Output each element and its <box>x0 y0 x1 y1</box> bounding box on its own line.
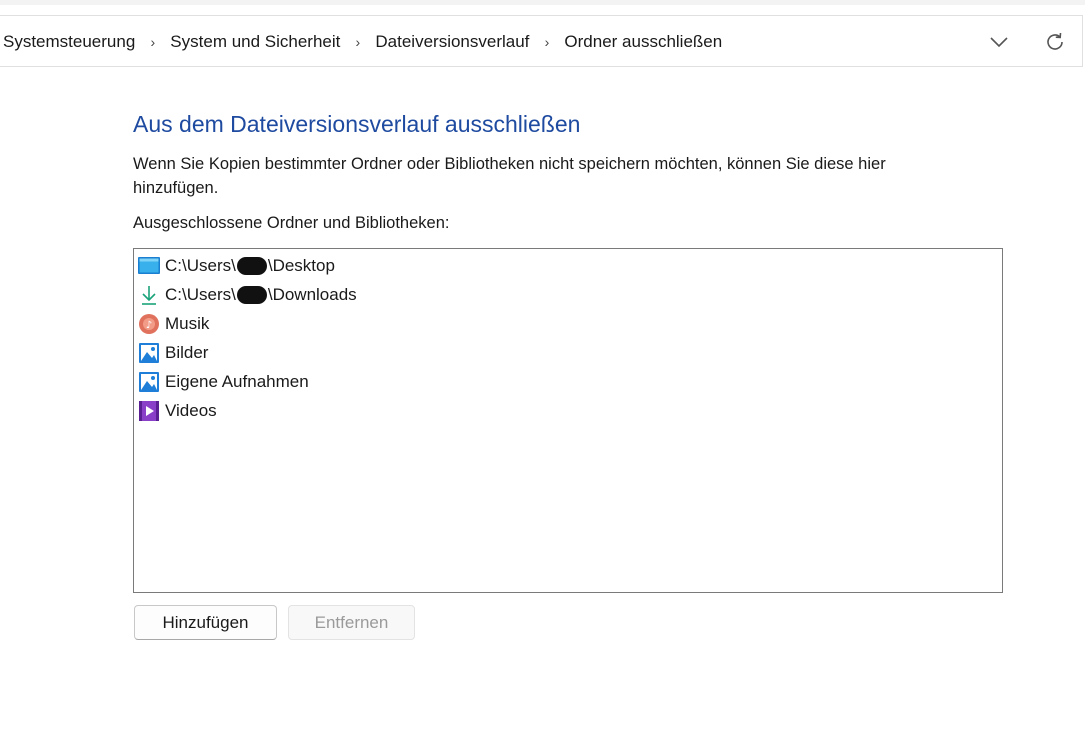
breadcrumb-separator-icon[interactable]: › <box>342 34 373 50</box>
breadcrumb: Systemsteuerung › System und Sicherheit … <box>1 16 724 68</box>
downloads-icon <box>138 284 160 306</box>
add-button[interactable]: Hinzufügen <box>134 605 277 640</box>
list-item-path-suffix: \Downloads <box>267 284 357 304</box>
list-item[interactable]: Videos <box>134 396 1002 425</box>
chevron-down-icon <box>990 37 1008 48</box>
pictures-icon <box>138 342 160 364</box>
breadcrumb-separator-icon[interactable]: › <box>531 34 562 50</box>
window-top-strip <box>0 0 1085 5</box>
redacted-username <box>236 256 267 275</box>
list-item-path-prefix: C:\Users\ <box>165 255 236 275</box>
breadcrumb-item-ordner-ausschliessen[interactable]: Ordner ausschließen <box>562 32 724 52</box>
list-item-label: Bilder <box>165 342 209 362</box>
breadcrumb-item-systemsteuerung[interactable]: Systemsteuerung <box>1 32 137 52</box>
breadcrumb-separator-icon[interactable]: › <box>137 34 168 50</box>
list-item-path-prefix: C:\Users\ <box>165 284 236 304</box>
list-item[interactable]: Eigene Aufnahmen <box>134 367 1002 396</box>
excluded-list-label: Ausgeschlossene Ordner und Bibliotheken: <box>133 214 450 232</box>
list-item[interactable]: ♪ Musik <box>134 309 1002 338</box>
remove-button[interactable]: Entfernen <box>288 605 415 640</box>
redacted-username <box>236 285 267 304</box>
list-item[interactable]: Bilder <box>134 338 1002 367</box>
list-item[interactable]: C:\Users\ \Downloads <box>134 280 1002 309</box>
refresh-button[interactable] <box>1041 28 1069 56</box>
pictures-icon <box>138 371 160 393</box>
videos-icon <box>138 400 160 422</box>
breadcrumb-item-system-und-sicherheit[interactable]: System und Sicherheit <box>168 32 342 52</box>
list-item-label: Videos <box>165 400 217 420</box>
address-bar[interactable]: Systemsteuerung › System und Sicherheit … <box>0 15 1083 67</box>
list-item[interactable]: C:\Users\ \Desktop <box>134 251 1002 280</box>
refresh-icon <box>1047 32 1063 50</box>
list-item-label: Musik <box>165 313 210 333</box>
svg-text:♪: ♪ <box>146 320 152 331</box>
page-title: Aus dem Dateiversionsverlauf ausschließe… <box>133 111 581 137</box>
list-item-path-suffix: \Desktop <box>267 255 335 275</box>
excluded-folders-list[interactable]: C:\Users\ \Desktop C:\Users\ \Downloads ♪ … <box>133 248 1003 593</box>
breadcrumb-item-dateiversionsverlauf[interactable]: Dateiversionsverlauf <box>373 32 531 52</box>
music-icon: ♪ <box>138 313 160 335</box>
address-dropdown-button[interactable] <box>985 28 1013 56</box>
list-item-label: Eigene Aufnahmen <box>165 371 309 391</box>
desktop-folder-icon <box>138 255 160 277</box>
page-description: Wenn Sie Kopien bestimmter Ordner oder B… <box>133 155 886 197</box>
